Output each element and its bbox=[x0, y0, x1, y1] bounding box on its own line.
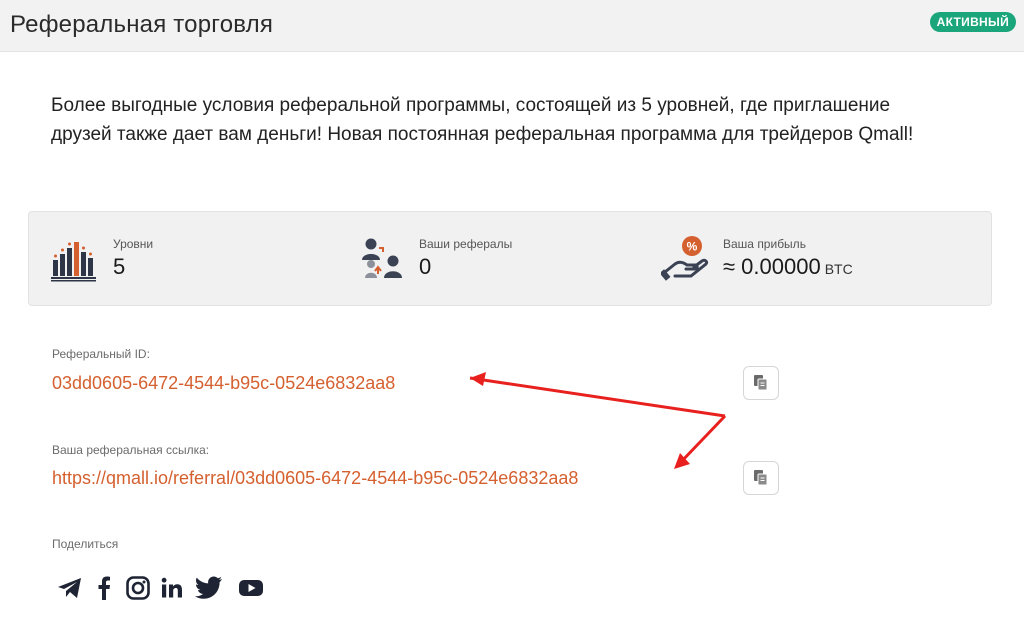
referral-link-value[interactable]: https://qmall.io/referral/03dd0605-6472-… bbox=[52, 468, 578, 489]
hand-percent-icon: % bbox=[661, 236, 709, 281]
stat-levels: Уровни 5 bbox=[49, 234, 289, 284]
stat-profit-unit: BTC bbox=[824, 261, 853, 277]
telegram-icon[interactable] bbox=[56, 574, 84, 602]
stat-profit-value: ≈ 0.00000 BTC bbox=[723, 254, 853, 280]
stat-referrals-value: 0 bbox=[419, 254, 432, 279]
stat-referrals-label: Ваши рефералы bbox=[419, 237, 513, 251]
copy-icon bbox=[754, 375, 768, 391]
page-title: Реферальная торговля bbox=[10, 11, 274, 38]
stat-profit: % Ваша прибыль ≈ 0.00000 BTC bbox=[661, 234, 961, 284]
copy-referral-id-button[interactable] bbox=[743, 366, 779, 400]
referral-id-value[interactable]: 03dd0605-6472-4544-b95c-0524e6832aa8 bbox=[52, 373, 395, 394]
svg-text:%: % bbox=[687, 240, 698, 254]
instagram-icon[interactable] bbox=[124, 574, 152, 602]
status-badge: АКТИВНЫЙ bbox=[929, 12, 1016, 32]
linkedin-icon[interactable] bbox=[158, 574, 186, 602]
youtube-icon[interactable] bbox=[237, 574, 265, 602]
copy-referral-link-button[interactable] bbox=[743, 461, 779, 495]
page-header: Реферальная торговля АКТИВНЫЙ bbox=[0, 0, 1024, 52]
bar-levels-icon bbox=[51, 242, 96, 282]
stat-profit-amount: ≈ 0.00000 bbox=[723, 254, 821, 279]
copy-icon bbox=[754, 470, 768, 486]
referral-users-icon bbox=[362, 238, 402, 278]
stat-levels-label: Уровни bbox=[113, 237, 154, 251]
stat-referrals: Ваши рефералы 0 bbox=[357, 234, 617, 284]
stat-levels-value: 5 bbox=[113, 254, 126, 279]
twitter-icon[interactable] bbox=[195, 574, 223, 602]
stats-panel: Уровни 5 Ваши рефералы 0 % Ваша прибыль … bbox=[28, 211, 992, 306]
stat-profit-label: Ваша прибыль bbox=[723, 237, 806, 251]
share-label: Поделиться bbox=[52, 537, 119, 551]
facebook-icon[interactable] bbox=[90, 574, 118, 602]
intro-text: Более выгодные условия реферальной прогр… bbox=[51, 95, 914, 145]
referral-link-label: Ваша реферальная ссылка: bbox=[52, 443, 210, 457]
referral-id-label: Реферальный ID: bbox=[52, 347, 150, 361]
